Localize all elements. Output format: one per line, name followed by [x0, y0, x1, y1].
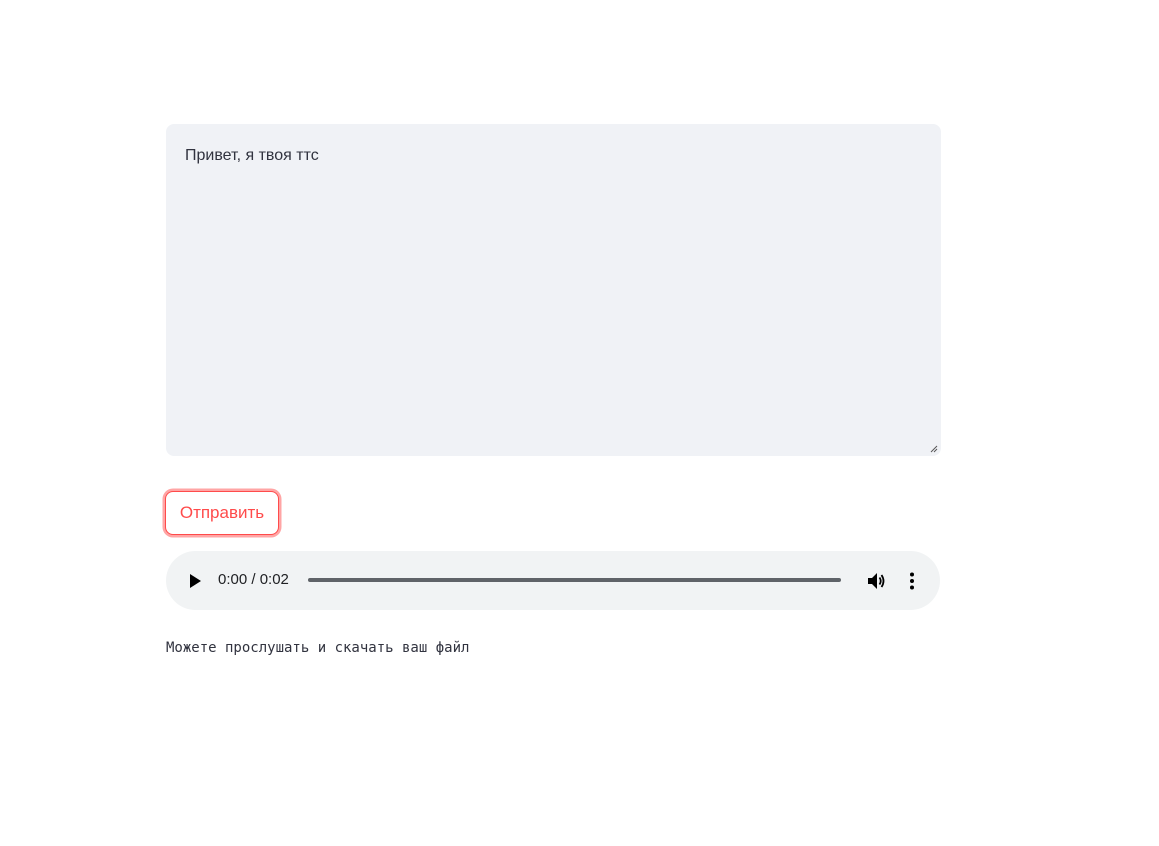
- volume-button[interactable]: [864, 569, 888, 593]
- audio-progress-bar[interactable]: [308, 578, 841, 582]
- page: Отправить 0:00 / 0:02 Можете прослушать …: [0, 0, 1159, 846]
- tts-text-input[interactable]: [166, 124, 941, 456]
- play-button[interactable]: [183, 569, 207, 593]
- play-icon: [190, 574, 201, 588]
- more-options-button[interactable]: [900, 569, 924, 593]
- result-caption: Можете прослушать и скачать ваш файл: [166, 640, 470, 656]
- resize-grip-icon[interactable]: [930, 445, 938, 453]
- text-area-container: [166, 124, 941, 456]
- audio-time-display: 0:00 / 0:02: [218, 571, 289, 588]
- volume-icon: [868, 573, 885, 589]
- more-options-icon: [910, 572, 914, 590]
- send-button[interactable]: Отправить: [165, 491, 279, 535]
